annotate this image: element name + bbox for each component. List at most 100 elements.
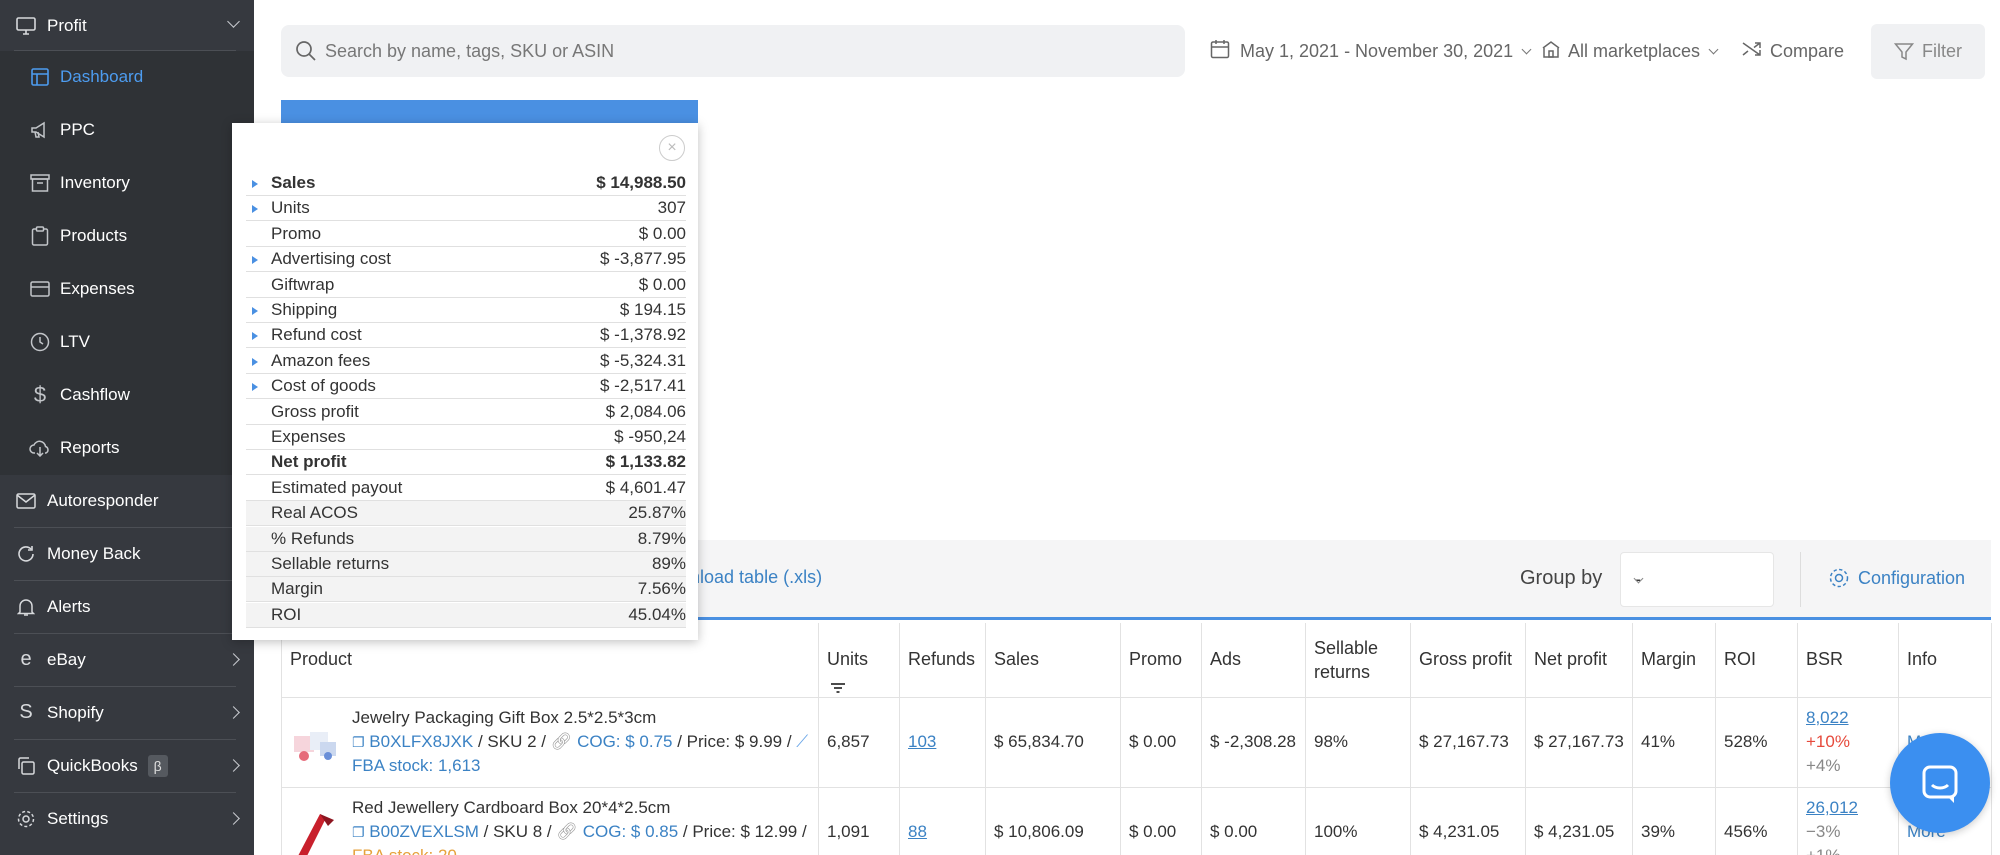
compare-button[interactable]: Compare bbox=[1742, 36, 1844, 66]
column-header-sales[interactable]: Sales bbox=[985, 623, 1121, 698]
clock-icon bbox=[28, 330, 52, 354]
column-header-roi[interactable]: ROI bbox=[1715, 623, 1798, 698]
chart-icon[interactable]: ⟋ bbox=[796, 732, 808, 751]
gross-profit-cell: $ 4,231.05 bbox=[1410, 787, 1526, 855]
refunds-link[interactable]: 88 bbox=[908, 822, 927, 841]
product-info: Jewelry Packaging Gift Box 2.5*2.5*3cm ❐… bbox=[352, 706, 812, 778]
sidebar-group-settings[interactable]: Settings bbox=[0, 793, 254, 844]
refunds-link[interactable]: 103 bbox=[908, 732, 936, 751]
sidebar-item-reports[interactable]: Reports bbox=[0, 422, 254, 475]
sidebar-group-ebay[interactable]: e eBay bbox=[0, 634, 254, 685]
configuration-button[interactable]: Configuration bbox=[1828, 567, 1965, 589]
breakdown-row[interactable]: Amazon fees $ -5,324.31 bbox=[246, 349, 686, 374]
sales-cell: $ 65,834.70 bbox=[985, 697, 1121, 788]
shopify-icon: S bbox=[19, 701, 33, 723]
marketplace-select[interactable]: All marketplaces bbox=[1542, 36, 1719, 66]
expand-triangle-icon[interactable] bbox=[252, 383, 258, 392]
column-header-margin[interactable]: Margin bbox=[1632, 623, 1716, 698]
breakdown-value: $ -2,517.41 bbox=[599, 376, 686, 396]
product-cell: Red Jewellery Cardboard Box 20*4*2.5cm ❐… bbox=[281, 787, 819, 855]
sidebar-item-expenses[interactable]: Expenses bbox=[0, 263, 254, 316]
breakdown-value: 7.56% bbox=[637, 579, 686, 599]
profit-breakdown-popup: × Sales $ 14,988.50 Units 307 Promo $ 0.00 Adv… bbox=[232, 123, 698, 640]
sidebar-group-money-back[interactable]: Money Back bbox=[0, 528, 254, 579]
asin-link[interactable]: B0XLFX8JXK bbox=[369, 732, 473, 751]
chat-button[interactable] bbox=[1890, 733, 1990, 833]
breakdown-row[interactable]: Sales $ 14,988.50 bbox=[246, 171, 686, 196]
archive-icon bbox=[28, 171, 52, 195]
products-table: Product Units Refunds Sales Promo Ads Se… bbox=[281, 623, 1992, 855]
sidebar-group-label: Shopify bbox=[47, 702, 104, 722]
sidebar-item-ppc[interactable]: PPC bbox=[0, 104, 254, 157]
expand-triangle-icon[interactable] bbox=[252, 205, 258, 214]
date-range-picker[interactable]: May 1, 2021 - November 30, 2021 bbox=[1210, 36, 1532, 66]
column-header-ads[interactable]: Ads bbox=[1201, 623, 1306, 698]
sidebar-group-quickbooks[interactable]: QuickBooks β bbox=[0, 740, 254, 791]
expand-triangle-icon[interactable] bbox=[252, 180, 258, 188]
copy-icon[interactable]: ❐ bbox=[352, 734, 365, 750]
group-by-label: Group by bbox=[1520, 567, 1603, 589]
sidebar-group-label: QuickBooks β bbox=[47, 754, 168, 777]
breakdown-row[interactable]: Units 307 bbox=[246, 196, 686, 222]
refunds-cell: 88 bbox=[899, 787, 986, 855]
download-table-link[interactable]: nload table (.xls) bbox=[690, 567, 822, 588]
column-header-promo[interactable]: Promo bbox=[1120, 623, 1202, 698]
sidebar-item-dashboard[interactable]: Dashboard bbox=[0, 51, 254, 104]
breakdown-value: $ 14,988.50 bbox=[596, 173, 686, 192]
sidebar-item-cashflow[interactable]: $ Cashflow bbox=[0, 369, 254, 422]
breakdown-row: Expenses $ -950,24 bbox=[246, 425, 686, 450]
filter-button[interactable]: Filter bbox=[1871, 24, 1985, 79]
column-header-refunds[interactable]: Refunds bbox=[899, 623, 986, 698]
sidebar-item-products[interactable]: Products bbox=[0, 210, 254, 263]
cog-link[interactable]: COG: $ 0.85 bbox=[583, 822, 678, 841]
column-header-net-profit[interactable]: Net profit bbox=[1525, 623, 1633, 698]
sidebar-group-profit[interactable]: Profit bbox=[0, 0, 254, 51]
column-header-info[interactable]: Info bbox=[1898, 623, 1992, 698]
sidebar-item-inventory[interactable]: Inventory bbox=[0, 157, 254, 210]
expand-triangle-icon[interactable] bbox=[252, 332, 258, 341]
asin-link[interactable]: B00ZVEXLSM bbox=[369, 822, 479, 841]
breakdown-value: $ 2,084.06 bbox=[605, 401, 686, 421]
chevron-down-icon bbox=[1708, 44, 1719, 54]
group-by-select[interactable]: - bbox=[1620, 552, 1774, 607]
sellable-returns-cell: 100% bbox=[1305, 787, 1411, 855]
column-header-units[interactable]: Units bbox=[818, 623, 900, 698]
sidebar-group-label: Profit bbox=[47, 15, 87, 35]
expand-triangle-icon[interactable] bbox=[252, 307, 258, 315]
breakdown-label: Gross profit bbox=[271, 401, 359, 421]
megaphone-icon bbox=[28, 118, 52, 142]
breakdown-row[interactable]: Cost of goods $ -2,517.41 bbox=[246, 374, 686, 400]
breakdown-value: $ 194.15 bbox=[619, 300, 686, 319]
quickbooks-label: QuickBooks bbox=[47, 755, 138, 775]
column-header-gross-profit[interactable]: Gross profit bbox=[1410, 623, 1526, 698]
sidebar-item-ltv[interactable]: LTV bbox=[0, 316, 254, 369]
column-header-bsr[interactable]: BSR bbox=[1797, 623, 1899, 698]
breakdown-label: Shipping bbox=[271, 300, 338, 319]
breakdown-row: Promo $ 0.00 bbox=[246, 222, 686, 247]
cog-link[interactable]: COG: $ 0.75 bbox=[577, 732, 672, 751]
expand-triangle-icon[interactable] bbox=[252, 256, 258, 265]
close-icon[interactable]: × bbox=[659, 135, 685, 161]
breakdown-label: Real ACOS bbox=[271, 503, 358, 523]
breakdown-row[interactable]: Refund cost $ -1,378.92 bbox=[246, 323, 686, 349]
breakdown-value: 89% bbox=[651, 554, 686, 573]
bsr-link[interactable]: 8,022 bbox=[1806, 708, 1849, 727]
price-text: / Price: $ 9.99 / bbox=[672, 731, 797, 751]
expand-triangle-icon[interactable] bbox=[252, 357, 258, 366]
dollar-icon: $ bbox=[33, 382, 47, 407]
gear-icon bbox=[14, 807, 38, 831]
copy-icon bbox=[14, 754, 38, 778]
search-input[interactable] bbox=[325, 25, 1165, 77]
net-profit-cell: $ 4,231.05 bbox=[1525, 787, 1633, 855]
sidebar-group-alerts[interactable]: Alerts bbox=[0, 581, 254, 632]
breakdown-value: 307 bbox=[657, 198, 686, 218]
sidebar-group-shopify[interactable]: S Shopify bbox=[0, 687, 254, 738]
divider bbox=[1800, 552, 1801, 607]
column-header-sellable-returns[interactable]: Sellable returns bbox=[1305, 623, 1411, 698]
bsr-link[interactable]: 26,012 bbox=[1806, 798, 1858, 817]
copy-icon[interactable]: ❐ bbox=[352, 824, 365, 840]
breakdown-row[interactable]: Shipping $ 194.15 bbox=[246, 298, 686, 323]
compare-label: Compare bbox=[1770, 40, 1845, 61]
sidebar-group-autoresponder[interactable]: Autoresponder bbox=[0, 475, 254, 526]
breakdown-row[interactable]: Advertising cost $ -3,877.95 bbox=[246, 247, 686, 273]
